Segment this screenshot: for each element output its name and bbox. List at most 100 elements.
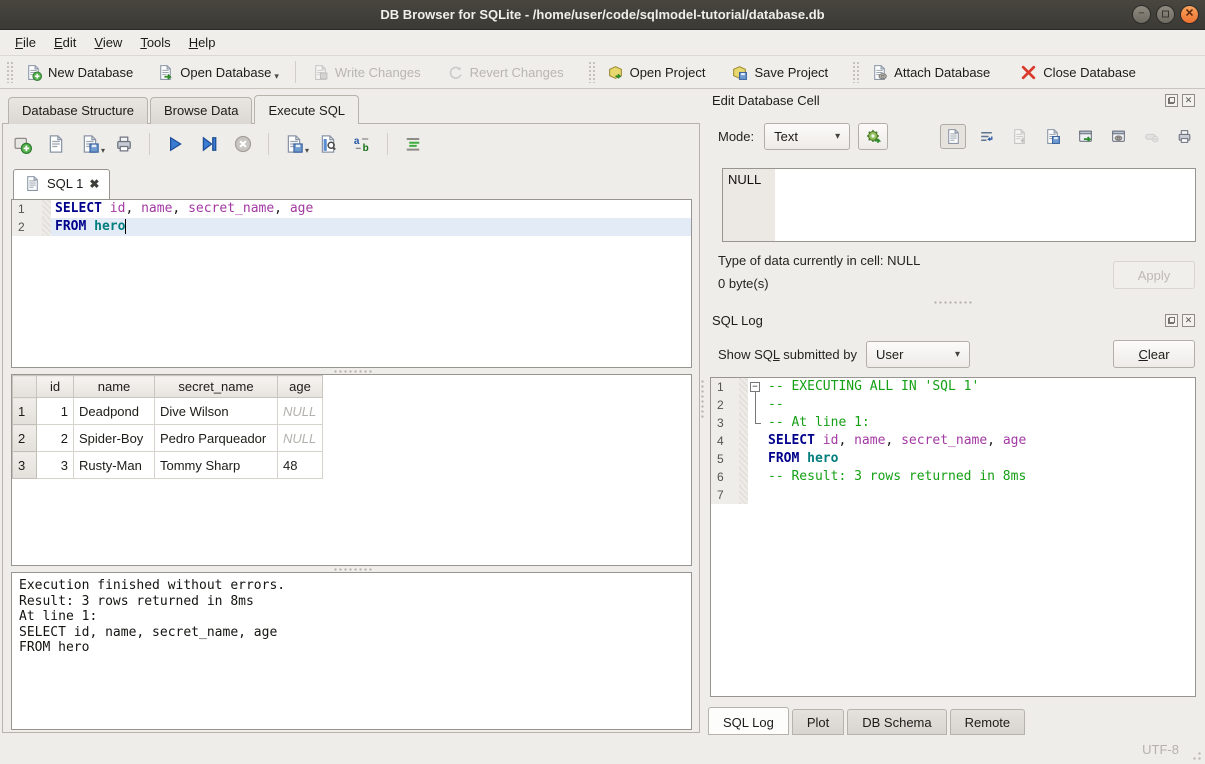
right-panel: Edit Database Cell ✕ Mode: Text ▾ — [708, 89, 1197, 735]
sql-document-tab[interactable]: SQL 1 ✖ — [13, 169, 110, 199]
cell-name[interactable]: Rusty-Man — [74, 452, 155, 479]
left-panel: Database StructureBrowse DataExecute SQL… — [0, 89, 702, 735]
panel-splitter[interactable] — [700, 379, 705, 419]
write-changes-button[interactable]: Write Changes — [304, 60, 429, 85]
column-header-age[interactable]: age — [278, 376, 323, 398]
cell-id[interactable]: 1 — [37, 398, 74, 425]
auto-apply-button[interactable] — [858, 123, 888, 150]
open-external-button[interactable] — [1072, 124, 1098, 149]
new-sql-tab-button[interactable] — [11, 133, 33, 155]
execution-message-area[interactable]: Execution finished without errors.Result… — [11, 572, 692, 730]
cell-age[interactable]: NULL — [278, 425, 323, 452]
maximize-button[interactable] — [1156, 5, 1175, 24]
print-cell-button[interactable] — [1171, 124, 1197, 149]
submitted-by-combo[interactable]: User ▾ — [866, 341, 970, 368]
close-sql-tab-icon[interactable]: ✖ — [89, 177, 99, 191]
save-project-button[interactable]: Save Project — [723, 60, 836, 85]
cell-age[interactable]: NULL — [278, 398, 323, 425]
print-sql-button[interactable] — [113, 133, 135, 155]
cell-secret-name[interactable]: Pedro Parqueador — [155, 425, 278, 452]
link-button[interactable] — [1105, 124, 1131, 149]
import-data-button[interactable] — [1006, 124, 1032, 149]
apply-button[interactable]: Apply — [1113, 261, 1195, 289]
new-database-button[interactable]: New Database — [17, 60, 141, 85]
float-dock-icon[interactable] — [1165, 314, 1178, 327]
execute-current-line-button[interactable] — [198, 133, 220, 155]
menu-edit[interactable]: Edit — [45, 31, 85, 54]
mode-combo[interactable]: Text ▾ — [764, 123, 850, 150]
set-null-button[interactable] — [1138, 124, 1164, 149]
cell-secret-name[interactable]: Dive Wilson — [155, 398, 278, 425]
bottom-tab-sql-log[interactable]: SQL Log — [708, 707, 789, 735]
open-database-button[interactable]: Open Database ▾ — [149, 60, 287, 85]
cell-age[interactable]: 48 — [278, 452, 323, 479]
editor-line[interactable]: 1SELECT id, name, secret_name, age — [12, 200, 691, 218]
float-dock-icon[interactable] — [1165, 94, 1178, 107]
execute-all-button[interactable] — [164, 133, 186, 155]
log-line[interactable]: 7 — [711, 486, 1195, 504]
sql-editor[interactable]: 1SELECT id, name, secret_name, age 2FROM… — [11, 199, 692, 368]
save-sql-file-button[interactable]: ▾ — [79, 133, 101, 155]
clear-log-button[interactable]: Clear — [1113, 340, 1195, 368]
column-header-id[interactable]: id — [37, 376, 74, 398]
format-sql-button[interactable] — [402, 133, 424, 155]
corner-header[interactable] — [13, 376, 37, 398]
sql-log-view[interactable]: 1−-- EXECUTING ALL IN 'SQL 1' 2-- 3-- At… — [710, 377, 1196, 697]
message-line: At line 1: — [19, 609, 684, 625]
close-database-button[interactable]: Close Database — [1012, 60, 1144, 85]
text-mode-button[interactable] — [940, 124, 966, 149]
revert-changes-button[interactable]: Revert Changes — [439, 60, 572, 85]
log-line[interactable]: 4SELECT id, name, secret_name, age — [711, 432, 1195, 450]
titlebar[interactable]: DB Browser for SQLite - /home/user/code/… — [0, 0, 1205, 30]
cell-name[interactable]: Spider-Boy — [74, 425, 155, 452]
close-dock-icon[interactable]: ✕ — [1182, 314, 1195, 327]
bottom-tab-db-schema[interactable]: DB Schema — [847, 709, 946, 735]
column-header-secret-name[interactable]: secret_name — [155, 376, 278, 398]
find-button[interactable] — [317, 133, 339, 155]
word-wrap-button[interactable] — [973, 124, 999, 149]
close-dock-icon[interactable]: ✕ — [1182, 94, 1195, 107]
dock-splitter[interactable] — [933, 300, 973, 305]
cell-id[interactable]: 3 — [37, 452, 74, 479]
row-header[interactable]: 2 — [13, 425, 37, 452]
toolbar-drag-handle[interactable] — [6, 61, 13, 83]
bottom-tab-remote[interactable]: Remote — [950, 709, 1026, 735]
bottom-tab-plot[interactable]: Plot — [792, 709, 844, 735]
row-header[interactable]: 1 — [13, 398, 37, 425]
log-line[interactable]: 5FROM hero — [711, 450, 1195, 468]
tab-database-structure[interactable]: Database Structure — [8, 97, 148, 124]
menu-help[interactable]: Help — [180, 31, 225, 54]
toolbar-drag-handle[interactable] — [588, 61, 595, 83]
menu-tools[interactable]: Tools — [131, 31, 179, 54]
column-header-name[interactable]: name — [74, 376, 155, 398]
log-line[interactable]: 3-- At line 1: — [711, 414, 1195, 432]
stop-execution-button[interactable] — [232, 133, 254, 155]
cell-name[interactable]: Deadpond — [74, 398, 155, 425]
menu-view[interactable]: View — [85, 31, 131, 54]
toolbar-drag-handle[interactable] — [852, 61, 859, 83]
cell-id[interactable]: 2 — [37, 425, 74, 452]
attach-database-button[interactable]: Attach Database — [863, 60, 998, 85]
export-data-button[interactable] — [1039, 124, 1065, 149]
open-sql-file-button[interactable] — [45, 133, 67, 155]
log-line[interactable]: 2-- — [711, 396, 1195, 414]
minimize-button[interactable]: − — [1132, 5, 1151, 24]
cell-value-editor[interactable]: NULL — [722, 168, 1196, 242]
fold-marker[interactable]: − — [748, 378, 764, 396]
find-replace-button[interactable]: ab — [351, 133, 373, 155]
log-line[interactable]: 1−-- EXECUTING ALL IN 'SQL 1' — [711, 378, 1195, 396]
editor-line[interactable]: 2FROM hero — [12, 218, 691, 236]
open-database-dropdown-icon[interactable]: ▾ — [274, 72, 279, 81]
menubar: FileEditViewToolsHelp — [0, 30, 1205, 56]
tab-browse-data[interactable]: Browse Data — [150, 97, 252, 124]
open-project-button[interactable]: Open Project — [599, 60, 714, 85]
close-button[interactable]: ✕ — [1180, 5, 1199, 24]
menu-file[interactable]: File — [6, 31, 45, 54]
row-header[interactable]: 3 — [13, 452, 37, 479]
resize-grip[interactable] — [1189, 748, 1202, 761]
word-wrap-icon — [978, 128, 995, 145]
export-results-button[interactable]: ▾ — [283, 133, 305, 155]
tab-execute-sql[interactable]: Execute SQL — [254, 95, 359, 124]
log-line[interactable]: 6-- Result: 3 rows returned in 8ms — [711, 468, 1195, 486]
cell-secret-name[interactable]: Tommy Sharp — [155, 452, 278, 479]
